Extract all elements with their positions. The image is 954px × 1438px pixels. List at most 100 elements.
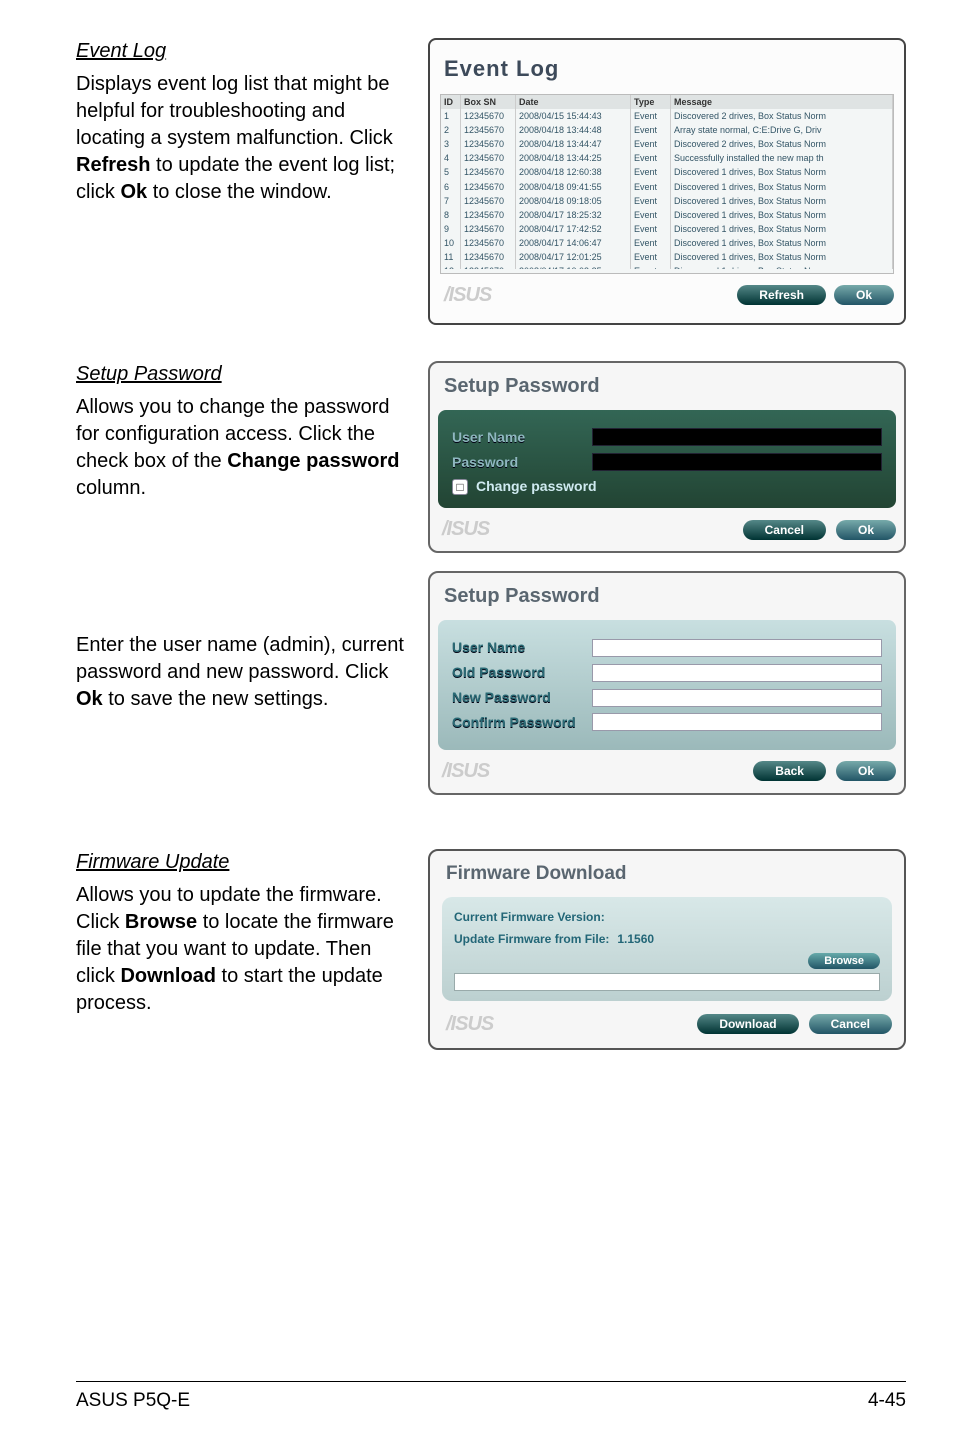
- checkbox-row[interactable]: □ Change password: [452, 477, 882, 496]
- input-newpassword[interactable]: [592, 689, 882, 707]
- col-date[interactable]: Date: [516, 95, 631, 109]
- text-bold-browse: Browse: [125, 911, 197, 933]
- brand-logo: /ISUS: [442, 758, 743, 785]
- firmware-window: Firmware Download Current Firmware Versi…: [428, 849, 906, 1050]
- table-row[interactable]: 12123456702008/04/17 10:03:25EventDiscov…: [441, 264, 893, 268]
- eventlog-body: Displays event log list that might be he…: [76, 71, 406, 206]
- setup-body1: Allows you to change the password for co…: [76, 394, 406, 502]
- setup-windows-col: Setup Password User Name Password □ Chan…: [428, 361, 906, 813]
- label-password: Password: [452, 453, 592, 472]
- col-type[interactable]: Type: [631, 95, 671, 109]
- table-row[interactable]: 9123456702008/04/17 17:42:52EventDiscove…: [441, 222, 893, 236]
- section-firmware: Firmware Update Allows you to update the…: [76, 849, 906, 1050]
- eventlog-text: Event Log Displays event log list that m…: [76, 38, 406, 325]
- eventlog-body-rows[interactable]: 1123456702008/04/15 15:44:43EventDiscove…: [441, 109, 893, 269]
- firmware-form: Current Firmware Version: Update Firmwar…: [442, 897, 892, 1001]
- setup-text-col: Setup Password Allows you to change the …: [76, 361, 406, 813]
- field-confirmpassword: Confirm Password: [452, 713, 882, 732]
- footer-right: 4-45: [868, 1388, 906, 1414]
- eventlog-title: Event Log: [444, 54, 894, 84]
- label-current-version: Current Firmware Version:: [454, 909, 880, 925]
- label-oldpassword: Old Password: [452, 663, 592, 682]
- setup1-form: User Name Password □ Change password: [438, 410, 896, 509]
- setup-window-2: Setup Password User Name Old Password Ne…: [428, 571, 906, 795]
- eventlog-grid: ID Box SN Date Type Message 112345670200…: [440, 94, 894, 274]
- checkbox-icon[interactable]: □: [452, 479, 468, 495]
- input-confirmpassword[interactable]: [592, 713, 882, 731]
- firmware-buttons: /ISUS Download Cancel: [442, 1011, 892, 1038]
- table-row[interactable]: 10123456702008/04/17 14:06:47EventDiscov…: [441, 236, 893, 250]
- label-username: User Name: [452, 638, 592, 657]
- firmware-text-col: Firmware Update Allows you to update the…: [76, 849, 406, 1050]
- text-bold-ok: Ok: [120, 181, 147, 203]
- download-button[interactable]: Download: [697, 1014, 798, 1034]
- input-oldpassword[interactable]: [592, 664, 882, 682]
- label-update-from-file: Update Firmware from File:: [454, 931, 609, 947]
- ok-button[interactable]: Ok: [836, 761, 896, 781]
- cancel-button[interactable]: Cancel: [743, 520, 826, 540]
- setup1-title: Setup Password: [444, 373, 896, 400]
- text: Enter the user name (admin), current pas…: [76, 634, 404, 683]
- ok-button[interactable]: Ok: [834, 285, 894, 305]
- label-newpassword: New Password: [452, 688, 592, 707]
- firmware-title: Firmware Download: [446, 861, 892, 887]
- setup2-buttons: /ISUS Back Ok: [438, 758, 896, 785]
- page-content: Event Log Displays event log list that m…: [0, 0, 954, 1050]
- refresh-button[interactable]: Refresh: [737, 285, 826, 305]
- field-oldpassword: Old Password: [452, 663, 882, 682]
- line-update: Update Firmware from File: 1.1560: [454, 929, 880, 949]
- field-password: Password: [452, 453, 882, 472]
- section-event-log: Event Log Displays event log list that m…: [76, 38, 906, 325]
- table-row[interactable]: 6123456702008/04/18 09:41:55EventDiscove…: [441, 180, 893, 194]
- eventlog-heading: Event Log: [76, 38, 406, 65]
- table-row[interactable]: 5123456702008/04/18 12:60:38EventDiscove…: [441, 165, 893, 179]
- text-bold-ok: Ok: [76, 688, 103, 710]
- text: to close the window.: [147, 181, 332, 203]
- text: column.: [76, 477, 146, 499]
- field-newpassword: New Password: [452, 688, 882, 707]
- ok-button[interactable]: Ok: [836, 520, 896, 540]
- table-row[interactable]: 4123456702008/04/18 13:44:25EventSuccess…: [441, 151, 893, 165]
- eventlog-window-wrap: Event Log ID Box SN Date Type Message 11…: [428, 38, 906, 325]
- table-row[interactable]: 3123456702008/04/18 13:44:47EventDiscove…: [441, 137, 893, 151]
- firmware-heading: Firmware Update: [76, 849, 406, 876]
- text-bold-refresh: Refresh: [76, 154, 150, 176]
- setup-window-1: Setup Password User Name Password □ Chan…: [428, 361, 906, 554]
- text: Displays event log list that might be he…: [76, 73, 393, 149]
- field-username: User Name: [452, 638, 882, 657]
- text: to save the new settings.: [103, 688, 329, 710]
- firmware-window-col: Firmware Download Current Firmware Versi…: [428, 849, 906, 1050]
- table-row[interactable]: 8123456702008/04/17 18:25:32EventDiscove…: [441, 208, 893, 222]
- brand-logo: /ISUS: [446, 1011, 687, 1038]
- eventlog-header: ID Box SN Date Type Message: [441, 95, 893, 109]
- table-row[interactable]: 11123456702008/04/17 12:01:25EventDiscov…: [441, 250, 893, 264]
- brand-logo: /ISUS: [444, 282, 729, 309]
- col-sn[interactable]: Box SN: [461, 95, 516, 109]
- setup2-title: Setup Password: [444, 583, 896, 610]
- setup-heading: Setup Password: [76, 361, 406, 388]
- line-path: [454, 973, 880, 991]
- back-button[interactable]: Back: [753, 761, 826, 781]
- checkbox-label: Change password: [476, 477, 597, 496]
- input-password[interactable]: [592, 453, 882, 471]
- setup1-buttons: /ISUS Cancel Ok: [438, 516, 896, 543]
- input-username[interactable]: [592, 639, 882, 657]
- section-setup-password: Setup Password Allows you to change the …: [76, 361, 906, 813]
- eventlog-buttons: /ISUS Refresh Ok: [440, 282, 894, 309]
- table-row[interactable]: 7123456702008/04/18 09:18:05EventDiscove…: [441, 194, 893, 208]
- col-msg[interactable]: Message: [671, 95, 893, 109]
- setup2-form: User Name Old Password New Password Conf…: [438, 620, 896, 750]
- footer-separator: [76, 1381, 906, 1382]
- browse-button[interactable]: Browse: [808, 953, 880, 969]
- table-row[interactable]: 2123456702008/04/18 13:44:48EventArray s…: [441, 123, 893, 137]
- firmware-body: Allows you to update the firmware. Click…: [76, 882, 406, 1017]
- text-bold-download: Download: [120, 965, 216, 987]
- cancel-button[interactable]: Cancel: [809, 1014, 892, 1034]
- brand-logo: /ISUS: [442, 516, 733, 543]
- input-filepath[interactable]: [454, 973, 880, 991]
- footer-left: ASUS P5Q-E: [76, 1388, 190, 1414]
- label-confirmpassword: Confirm Password: [452, 713, 592, 732]
- col-id[interactable]: ID: [441, 95, 461, 109]
- table-row[interactable]: 1123456702008/04/15 15:44:43EventDiscove…: [441, 109, 893, 123]
- input-username[interactable]: [592, 428, 882, 446]
